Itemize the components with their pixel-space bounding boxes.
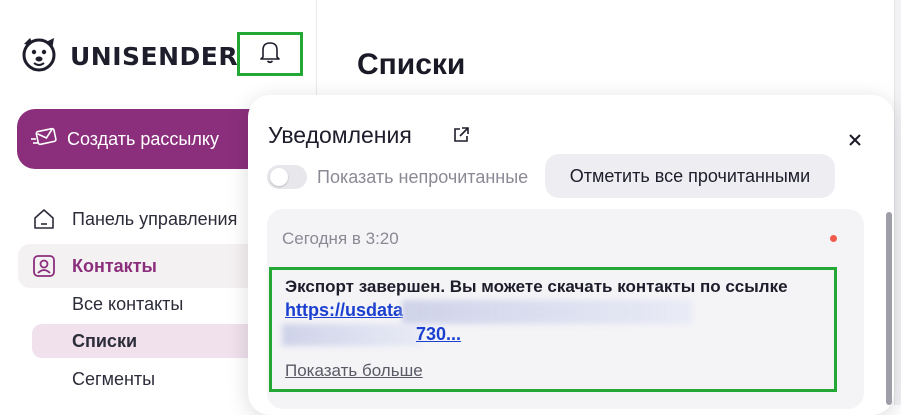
create-campaign-label: Создать рассылку	[67, 128, 219, 149]
notification-card: Сегодня в 3:20 Экспорт завершен. Вы може…	[267, 209, 864, 409]
logo[interactable]: UNISENDER	[18, 34, 238, 79]
bell-icon	[259, 40, 281, 69]
create-campaign-button[interactable]: Создать рассылку	[17, 109, 279, 169]
close-icon[interactable]	[848, 129, 862, 151]
page-title: Списки	[357, 48, 466, 81]
export-link-line1[interactable]: https://usdata	[285, 300, 403, 321]
scrollbar-track	[894, 0, 901, 405]
notification-message: Экспорт завершен. Вы можете скачать конт…	[285, 277, 788, 296]
dog-mascot-icon	[18, 34, 60, 79]
subitem-all-contacts[interactable]: Все контакты	[72, 294, 183, 315]
notification-time: Сегодня в 3:20	[282, 229, 399, 248]
unread-dot	[830, 235, 837, 242]
mark-all-read-button[interactable]: Отметить все прочитанными	[545, 154, 835, 198]
unread-toggle-label: Показать непрочитанные	[317, 167, 529, 187]
show-more-link[interactable]: Показать больше	[285, 361, 423, 381]
export-link-line2[interactable]: 730...	[416, 324, 461, 345]
notifications-panel: Уведомления Показать непрочитанные Отмет…	[248, 95, 894, 415]
sidebar-item-label: Панель управления	[72, 208, 238, 229]
redacted-link-part	[402, 300, 692, 324]
notification-content-highlight: Экспорт завершен. Вы можете скачать конт…	[269, 267, 837, 392]
external-link-icon[interactable]	[452, 126, 470, 149]
sidebar-item-dashboard[interactable]: Панель управления	[32, 207, 237, 231]
subitem-lists[interactable]: Списки	[72, 331, 137, 352]
notifications-title: Уведомления	[268, 122, 412, 148]
home-icon	[32, 207, 56, 231]
envelope-icon	[31, 127, 57, 152]
contacts-icon	[32, 254, 56, 278]
unread-toggle[interactable]	[267, 165, 307, 189]
scrollbar-thumb[interactable]	[886, 212, 892, 405]
redacted-link-part	[282, 324, 422, 346]
notifications-bell-button[interactable]	[237, 32, 303, 76]
sidebar-item-contacts[interactable]: Контакты	[32, 254, 157, 278]
sidebar-item-label: Контакты	[72, 255, 157, 276]
toggle-knob	[270, 168, 288, 186]
subitem-segments[interactable]: Сегменты	[72, 369, 155, 390]
logo-text: UNISENDER	[70, 42, 239, 71]
